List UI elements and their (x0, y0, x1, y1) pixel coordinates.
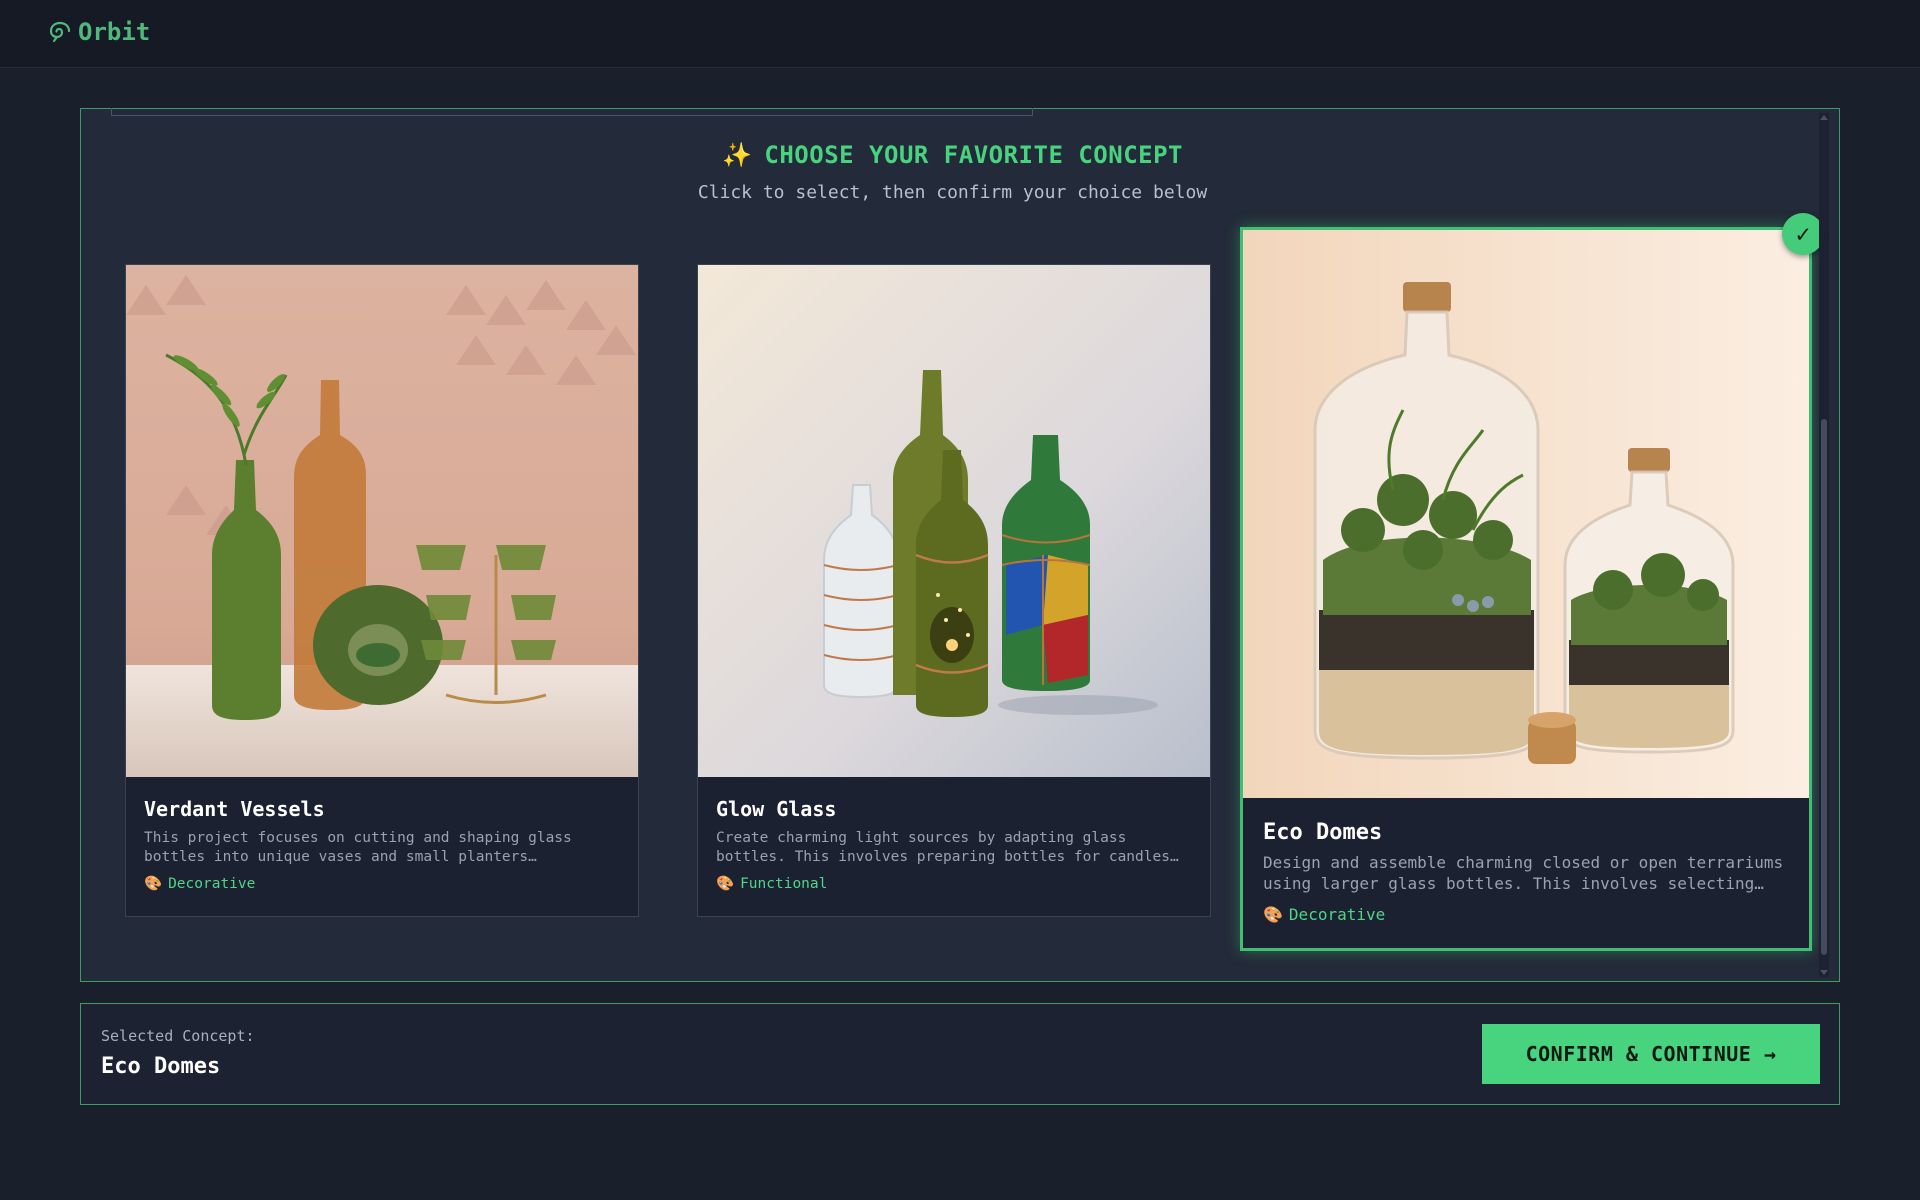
concept-description: Create charming light sources by adaptin… (716, 830, 1170, 865)
concept-tag: 🎨 Decorative (144, 875, 256, 893)
concept-description: This project focuses on cutting and shap… (144, 830, 572, 865)
concept-tag-label: Functional (740, 875, 828, 892)
palette-icon: 🎨 (144, 876, 163, 892)
concept-title: Verdant Vessels (144, 797, 325, 821)
concept-tag: 🎨 Decorative (1263, 905, 1385, 924)
selected-concept-label: Selected Concept: (101, 1027, 255, 1045)
concept-card-verdant-vessels[interactable]: Verdant Vessels This project focuses on … (125, 264, 639, 917)
selected-concept-value: Eco Domes (101, 1054, 221, 1079)
panel-tab-outline (111, 108, 1033, 116)
concept-title: Eco Domes (1263, 820, 1383, 845)
chooser-subheading: Click to select, then confirm your choic… (697, 182, 1208, 203)
palette-icon: 🎨 (1263, 905, 1283, 924)
concept-image-verdant-vessels (126, 265, 638, 777)
scroll-up-arrow-icon[interactable] (1820, 115, 1828, 120)
concept-card-glow-glass[interactable]: Glow Glass Create charming light sources… (697, 264, 1211, 917)
chooser-heading: ✨ CHOOSE YOUR FAVORITE CONCEPT (81, 141, 1824, 169)
brand-name: Orbit (78, 18, 151, 46)
confirm-continue-button[interactable]: CONFIRM & CONTINUE → (1482, 1024, 1820, 1084)
top-bar: Orbit (0, 0, 1920, 68)
brand-logo[interactable]: Orbit (48, 18, 150, 46)
concept-title: Glow Glass (716, 797, 837, 821)
selected-check-icon: ✓ (1782, 213, 1824, 255)
scroll-down-arrow-icon[interactable] (1820, 970, 1828, 975)
concept-description: Design and assemble charming closed or o… (1263, 853, 1784, 893)
chooser-heading-text: CHOOSE YOUR FAVORITE CONCEPT (764, 141, 1183, 169)
concept-tag-label: Decorative (1288, 905, 1386, 924)
panel-scrollbar[interactable] (1819, 113, 1829, 977)
concept-tag: 🎨 Functional (716, 875, 828, 893)
scrollbar-thumb[interactable] (1821, 419, 1827, 955)
concept-card-eco-domes[interactable]: Eco Domes Design and assemble charming c… (1240, 227, 1812, 951)
concept-image-glow-glass (698, 265, 1210, 777)
sparkle-icon: ✨ (722, 141, 753, 169)
concept-chooser-panel: ✨ CHOOSE YOUR FAVORITE CONCEPT Click to s… (80, 108, 1840, 982)
leaf-swirl-icon (49, 21, 71, 43)
selection-bar: Selected Concept: Eco Domes CONFIRM & CO… (80, 1003, 1840, 1105)
concept-image-eco-domes (1243, 230, 1809, 798)
concept-tag-label: Decorative (168, 875, 256, 892)
palette-icon: 🎨 (716, 876, 735, 892)
